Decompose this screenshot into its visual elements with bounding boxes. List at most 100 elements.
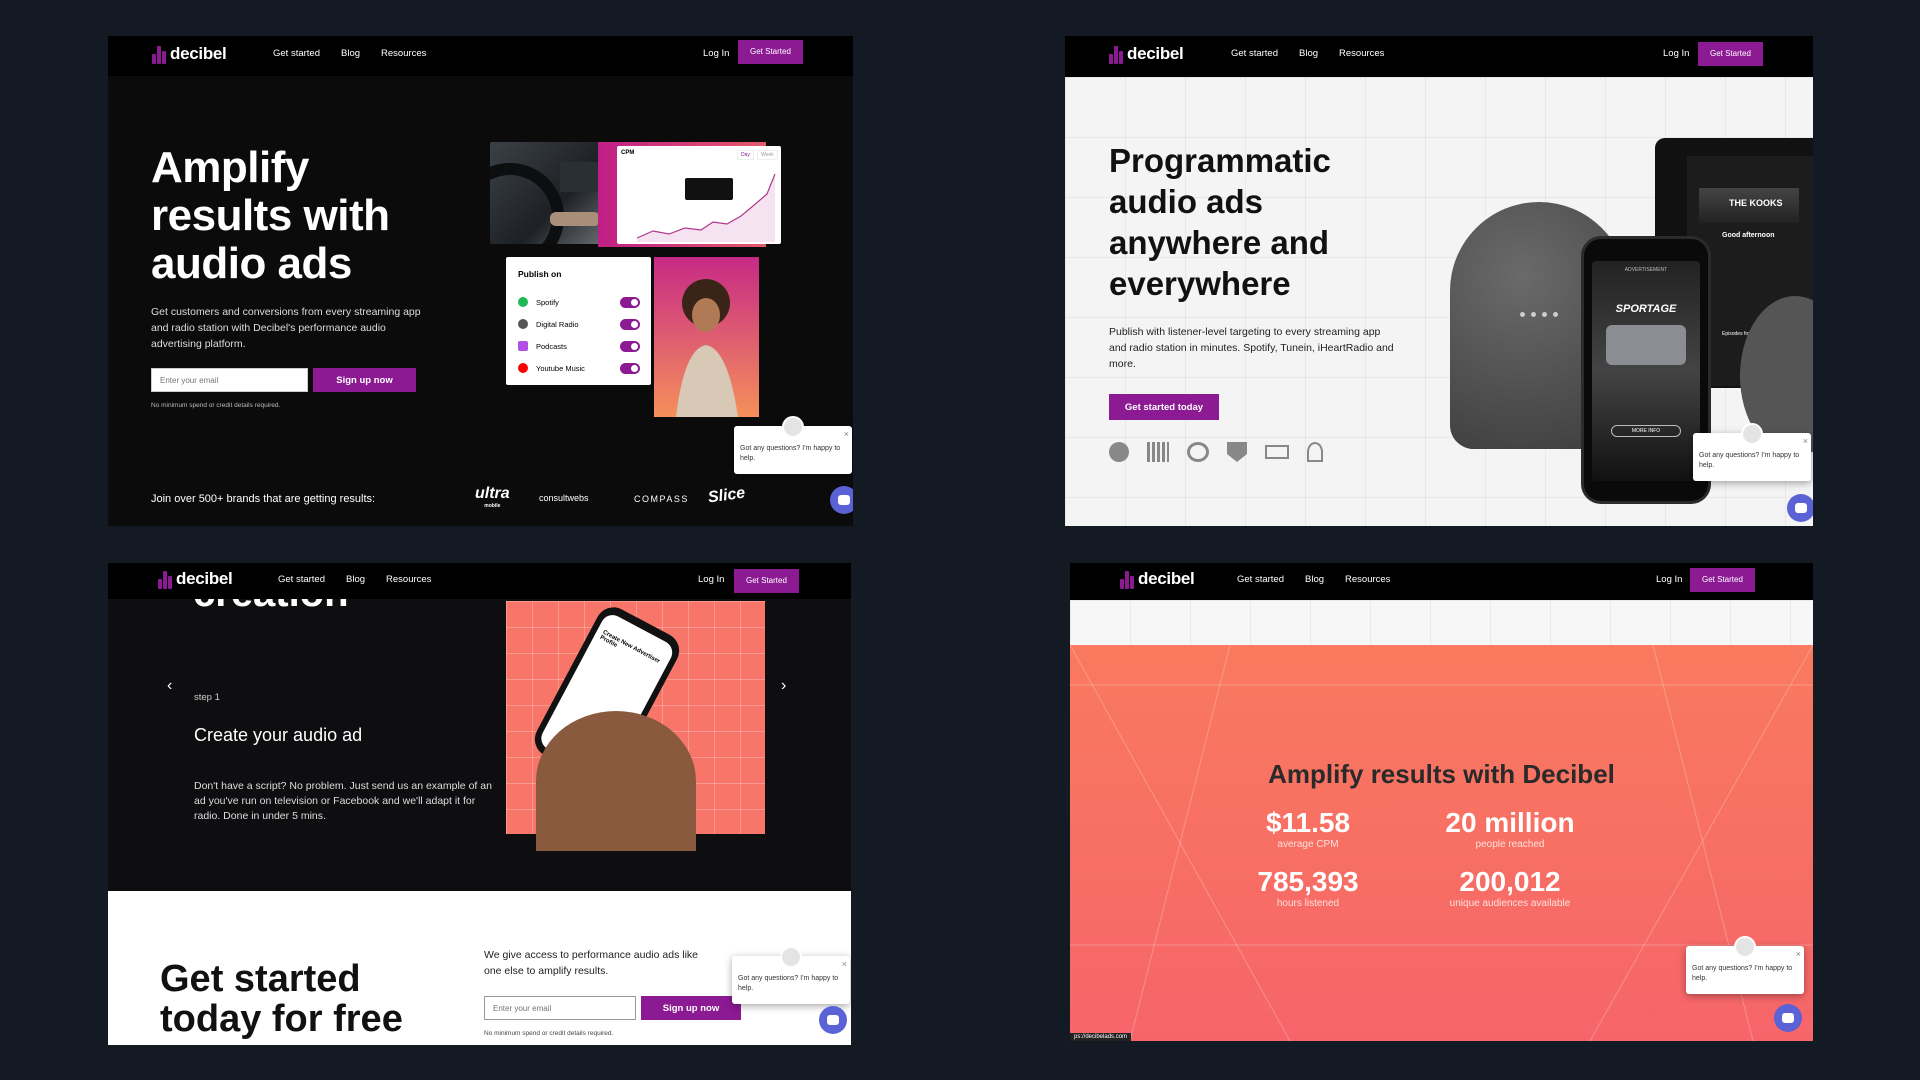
chat-icon (1782, 1013, 1794, 1023)
chevron-left-icon[interactable]: ‹ (167, 677, 172, 695)
nav-get-started[interactable]: Get started (1231, 48, 1278, 59)
person-listening-icon (676, 279, 738, 417)
spotify-icon (518, 297, 528, 307)
get-started-button[interactable]: Get Started (1698, 42, 1763, 66)
headline-line-3: anywhere and (1109, 224, 1330, 261)
headline-line-1: Programmatic (1109, 142, 1331, 179)
toggle-digital-radio[interactable] (620, 318, 640, 330)
agent-avatar (780, 946, 802, 968)
nav-blog[interactable]: Blog (1299, 48, 1318, 59)
toggle-spotify[interactable] (620, 296, 640, 308)
stat-label: people reached (1475, 839, 1545, 850)
chat-popup[interactable]: × Got any questions? I'm happy to help. (1686, 936, 1804, 994)
login-link[interactable]: Log In (703, 48, 729, 59)
nav-get-started[interactable]: Get started (1237, 574, 1284, 585)
nav-resources[interactable]: Resources (1339, 48, 1384, 59)
close-icon[interactable]: × (1796, 948, 1801, 961)
podcast-icon (1307, 442, 1323, 462)
get-started-today-button[interactable]: Get started today (1109, 394, 1219, 420)
more-info-button[interactable]: MORE INFO (1611, 425, 1681, 437)
album-banner: THE KOOKS (1699, 188, 1799, 223)
decibel-logo[interactable]: decibel (152, 44, 227, 64)
chat-popup[interactable]: × Got any questions? I'm happy to help. (734, 416, 852, 474)
stats-heading: Amplify results with Decibel (1268, 759, 1615, 789)
decibel-logo[interactable]: decibel (158, 569, 233, 589)
toggle-podcasts[interactable] (620, 340, 640, 352)
nav-get-started[interactable]: Get started (273, 48, 320, 59)
chat-bubble-button[interactable] (819, 1006, 847, 1034)
brand-compass-logo: COMPASS (634, 494, 689, 504)
univision-icon (1227, 442, 1247, 462)
agent-avatar (1741, 423, 1763, 445)
greeting-text: Good afternoon (1722, 232, 1775, 239)
get-started-button[interactable]: Get Started (738, 40, 803, 64)
sign-up-button[interactable]: Sign up now (641, 996, 741, 1020)
chevron-right-icon[interactable]: › (781, 677, 786, 695)
hand-image (536, 711, 696, 851)
headline-line-4: everywhere (1109, 265, 1291, 302)
login-link[interactable]: Log In (698, 574, 724, 585)
channel-youtube-music: Youtube Music (518, 357, 640, 379)
logo-text: decibel (170, 44, 227, 63)
chat-bubble-button[interactable] (830, 486, 853, 514)
agent-avatar (782, 416, 804, 438)
channel-podcasts: Podcasts (518, 335, 640, 357)
decibel-logo[interactable]: decibel (1109, 44, 1184, 64)
close-icon[interactable]: × (1803, 435, 1808, 448)
decibel-logo[interactable]: decibel (1120, 569, 1195, 589)
stat-audiences: 200,012 unique audiences available (1430, 866, 1590, 909)
stat-people: 20 million people reached (1430, 807, 1590, 850)
grid-strip (1070, 600, 1813, 645)
nav-resources[interactable]: Resources (386, 574, 431, 585)
channel-label: Youtube Music (536, 363, 585, 373)
publish-title: Publish on (518, 269, 562, 279)
woman-photo (654, 257, 759, 417)
get-started-button[interactable]: Get Started (734, 569, 799, 593)
nav-blog[interactable]: Blog (341, 48, 360, 59)
platform-icons (1109, 442, 1323, 462)
channel-label: Spotify (536, 297, 559, 307)
brands-text: Join over 500+ brands that are getting r… (151, 493, 376, 505)
stat-label: hours listened (1276, 898, 1340, 909)
email-input[interactable] (151, 368, 308, 392)
deezer-icon (1147, 442, 1169, 462)
no-spend-note: No minimum spend or credit details requi… (151, 402, 281, 409)
chat-message: Got any questions? I'm happy to help. (1692, 965, 1793, 983)
logo-text: decibel (1138, 569, 1195, 588)
nav-links: Get started Blog Resources (278, 574, 431, 585)
steps-panel: creation decibel Get started Blog Resour… (108, 563, 851, 1045)
phone-in-hand-image: Create New Advertiser Profile (506, 601, 765, 851)
stat-value: 20 million (1445, 807, 1575, 838)
chat-bubble-button[interactable] (1774, 1004, 1802, 1032)
nav-blog[interactable]: Blog (1305, 574, 1324, 585)
chat-popup[interactable]: × Got any questions? I'm happy to help. (732, 946, 850, 1004)
nav-blog[interactable]: Blog (346, 574, 365, 585)
navbar: decibel Get started Blog Resources Log I… (108, 36, 853, 76)
stat-label: unique audiences available (1449, 898, 1571, 909)
nav-get-started[interactable]: Get started (278, 574, 325, 585)
email-input[interactable] (484, 996, 636, 1020)
headline-line-3: audio ads (151, 239, 352, 288)
hero-headline: Programmatic audio ads anywhere and ever… (1109, 140, 1331, 304)
radio-tower-icon (518, 319, 528, 329)
step-title: Create your audio ad (194, 725, 363, 745)
agent-avatar (1734, 936, 1756, 958)
step-label: step 1 (194, 692, 220, 703)
logo-mark-icon (1109, 44, 1123, 64)
youtube-music-icon (518, 363, 528, 373)
chat-bubble-button[interactable] (1787, 494, 1813, 522)
nav-resources[interactable]: Resources (381, 48, 426, 59)
nav-resources[interactable]: Resources (1345, 574, 1390, 585)
toggle-youtube-music[interactable] (620, 362, 640, 374)
close-icon[interactable]: × (842, 958, 847, 971)
no-spend-note: No minimum spend or credit details requi… (484, 1030, 614, 1037)
ad-label: ADVERTISEMENT (1624, 267, 1668, 273)
sign-up-button[interactable]: Sign up now (313, 368, 416, 392)
login-link[interactable]: Log In (1656, 574, 1682, 585)
steering-wheel-icon (490, 162, 600, 244)
close-icon[interactable]: × (844, 428, 849, 441)
get-started-button[interactable]: Get Started (1690, 568, 1755, 592)
login-link[interactable]: Log In (1663, 48, 1689, 59)
chat-popup[interactable]: × Got any questions? I'm happy to help. (1693, 423, 1811, 481)
cta-heading-line-1: Get started (160, 958, 361, 1000)
